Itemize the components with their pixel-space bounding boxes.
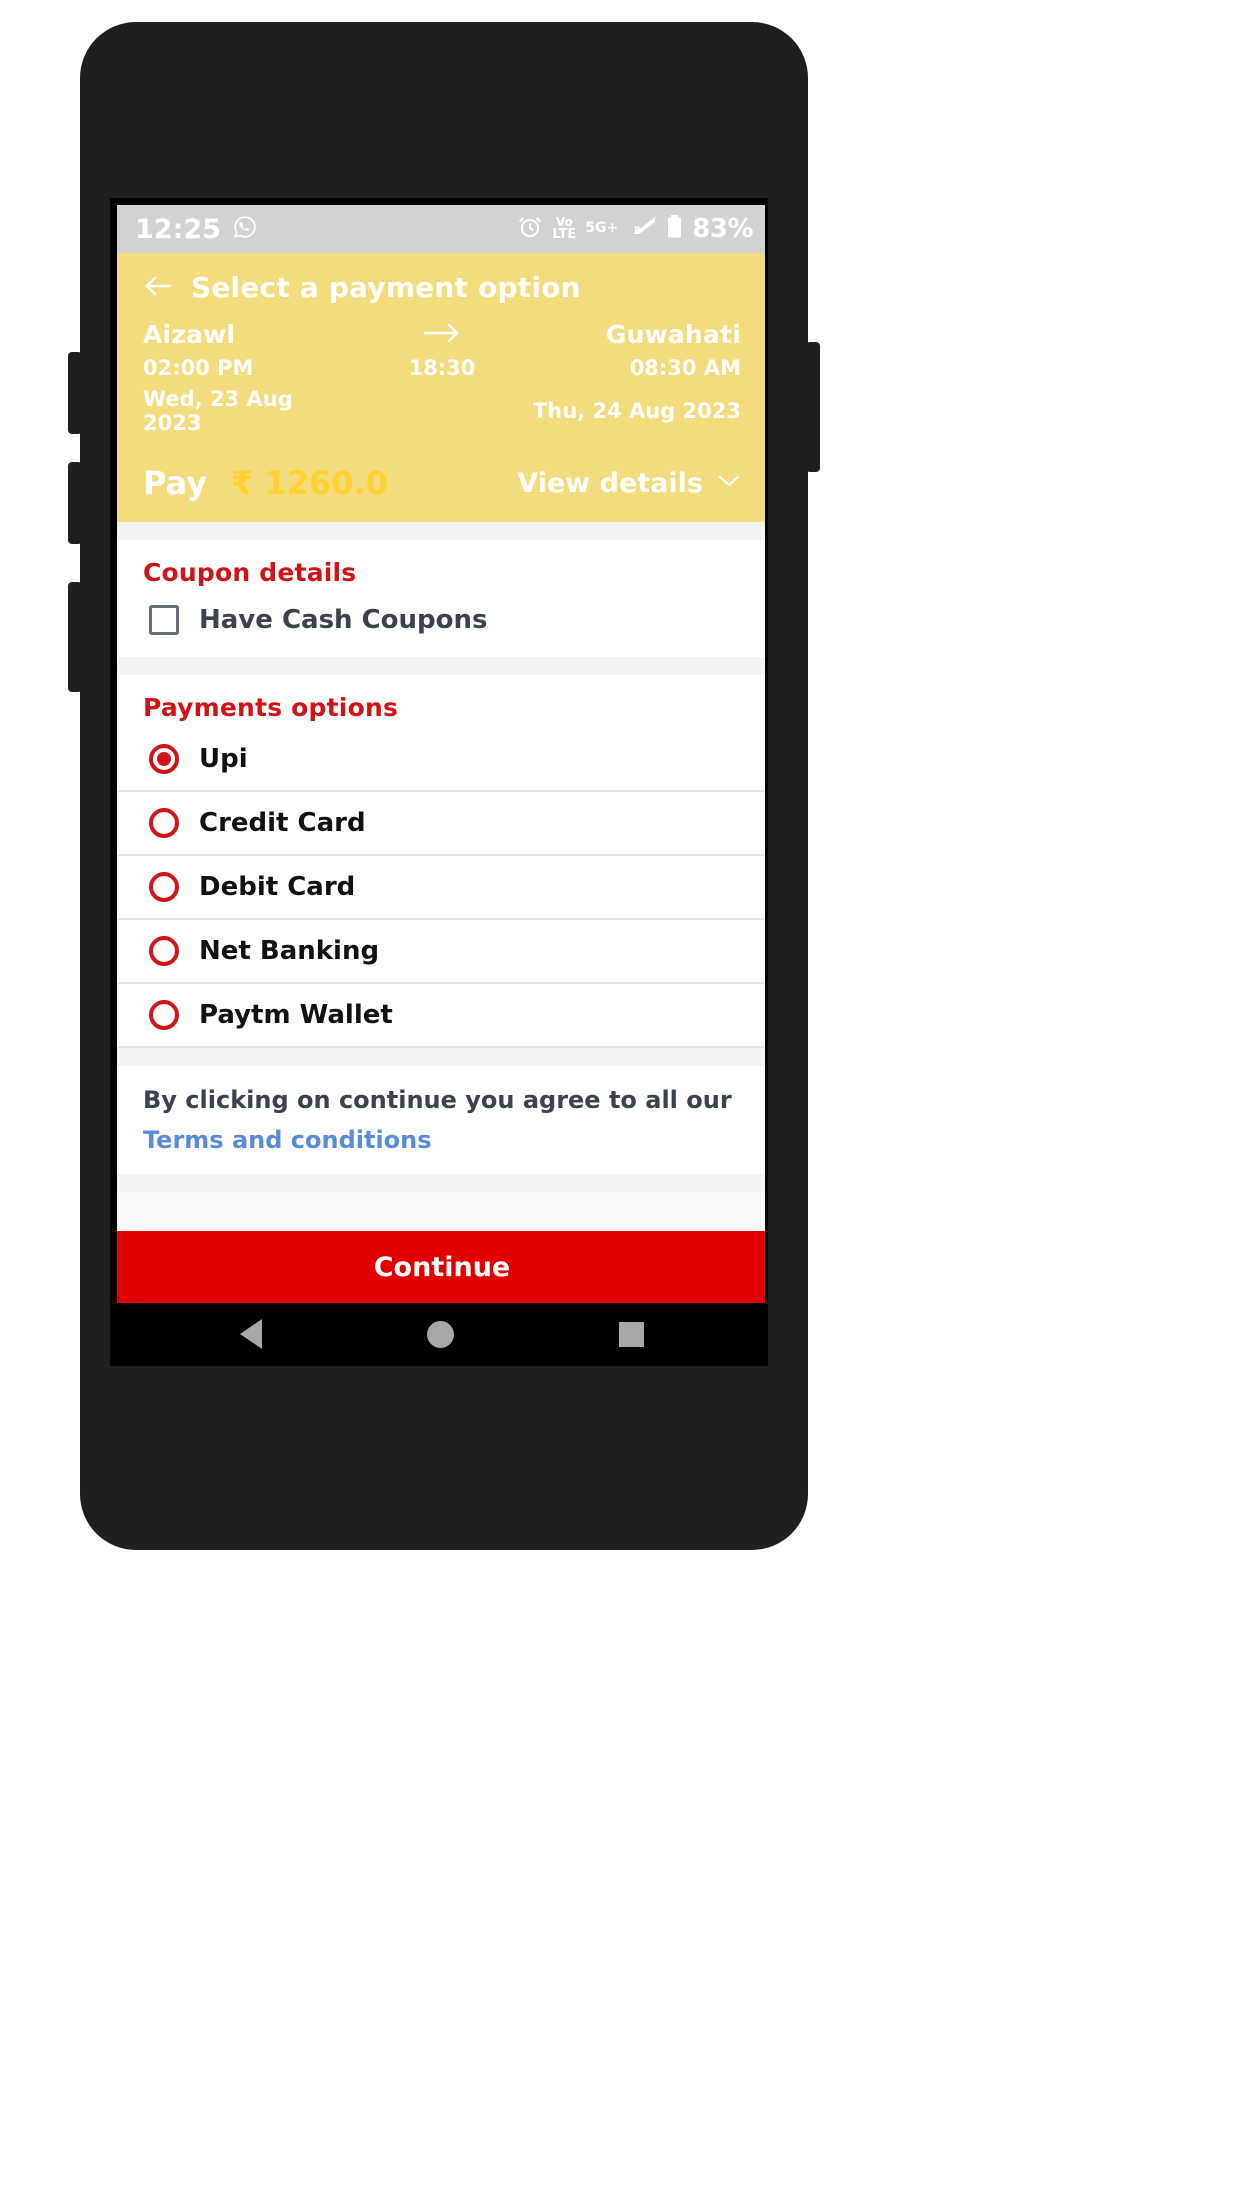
destination-city: Guwahati xyxy=(605,320,741,349)
volume-up-button[interactable] xyxy=(68,352,82,434)
radio-debit-card[interactable] xyxy=(149,872,179,902)
route-arrow-icon xyxy=(357,322,527,348)
journey-city-row: Aizawl Guwahati xyxy=(143,320,741,349)
terms-agreement-text: By clicking on continue you agree to all… xyxy=(143,1086,732,1114)
have-cash-coupons-row[interactable]: Have Cash Coupons xyxy=(117,593,765,657)
payment-option-paytm-wallet[interactable]: Paytm Wallet xyxy=(117,984,765,1048)
assistant-button[interactable] xyxy=(68,582,82,692)
battery-percent-label: 83% xyxy=(692,214,753,244)
header-title-row: Select a payment option xyxy=(117,253,765,314)
terms-card: By clicking on continue you agree to all… xyxy=(117,1066,765,1174)
journey-summary: Aizawl Guwahati 02:00 PM 18:30 08:30 AM xyxy=(117,314,765,435)
radio-net-banking[interactable] xyxy=(149,936,179,966)
payment-option-label: Upi xyxy=(199,744,248,774)
nav-recents-square-icon[interactable] xyxy=(619,1321,645,1347)
screenshot-root: 12:25 Vo LTE 5G+ R 83% Select a payment … xyxy=(0,0,1242,2208)
status-bar: 12:25 Vo LTE 5G+ R 83% xyxy=(117,205,765,253)
pay-label: Pay xyxy=(143,464,208,502)
phone-screen: 12:25 Vo LTE 5G+ R 83% Select a payment … xyxy=(110,198,768,1366)
payment-option-credit-card[interactable]: Credit Card xyxy=(117,792,765,856)
app-viewport: 12:25 Vo LTE 5G+ R 83% Select a payment … xyxy=(117,205,765,1363)
volume-down-button[interactable] xyxy=(68,462,82,544)
journey-date-row: Wed, 23 Aug 2023 Thu, 24 Aug 2023 xyxy=(143,387,741,435)
payment-option-label: Paytm Wallet xyxy=(199,1000,393,1030)
svg-text:R: R xyxy=(634,226,641,236)
pay-summary-row: Pay ₹ 1260.0 View details xyxy=(117,442,765,506)
coupon-section-title: Coupon details xyxy=(143,558,357,587)
status-bar-left: 12:25 xyxy=(135,214,257,245)
battery-icon xyxy=(666,214,683,244)
terms-and-conditions-link[interactable]: Terms and conditions xyxy=(143,1126,741,1154)
continue-button[interactable]: Continue xyxy=(117,1231,765,1303)
payment-option-label: Debit Card xyxy=(199,872,356,902)
section-divider xyxy=(117,1048,765,1066)
page-title: Select a payment option xyxy=(191,271,581,304)
app-header: Select a payment option Aizawl Guwahati xyxy=(117,253,765,522)
coupon-details-card: Coupon details Have Cash Coupons xyxy=(117,540,765,657)
have-cash-coupons-label: Have Cash Coupons xyxy=(199,605,488,635)
content-spacer xyxy=(117,1192,765,1231)
departure-date: Wed, 23 Aug 2023 xyxy=(143,387,293,435)
volte-icon: Vo LTE xyxy=(552,216,577,242)
radio-upi[interactable] xyxy=(149,744,179,774)
payment-options-card: Payments options Upi Credit Card Debit C… xyxy=(117,675,765,1048)
radio-paytm-wallet[interactable] xyxy=(149,1000,179,1030)
nav-home-circle-icon[interactable] xyxy=(426,1320,454,1348)
android-navigation-bar xyxy=(117,1303,765,1363)
power-button[interactable] xyxy=(806,342,820,472)
network-type-label: 5G+ xyxy=(585,220,619,236)
section-divider xyxy=(117,657,765,675)
departure-time: 02:00 PM xyxy=(143,356,254,380)
continue-button-label: Continue xyxy=(373,1251,511,1283)
origin-city: Aizawl xyxy=(143,320,236,349)
journey-time-row: 02:00 PM 18:30 08:30 AM xyxy=(143,356,741,380)
have-cash-coupons-checkbox[interactable] xyxy=(149,605,179,635)
section-divider xyxy=(117,1174,765,1192)
journey-duration: 18:30 xyxy=(408,356,476,380)
status-bar-right: Vo LTE 5G+ R 83% xyxy=(517,214,753,244)
view-details-button[interactable]: View details xyxy=(517,468,741,499)
radio-credit-card[interactable] xyxy=(149,808,179,838)
signal-strength-icon: R xyxy=(627,214,657,244)
arrival-time: 08:30 AM xyxy=(629,356,741,380)
payment-option-label: Credit Card xyxy=(199,808,366,838)
arrival-date: Thu, 24 Aug 2023 xyxy=(532,399,741,423)
chevron-down-icon xyxy=(717,473,741,493)
pay-amount-value: ₹ 1260.0 xyxy=(231,464,388,502)
nav-back-triangle-icon[interactable] xyxy=(239,1319,262,1349)
view-details-label: View details xyxy=(517,467,703,499)
network-type-indicator: 5G+ xyxy=(585,220,619,236)
payments-section-title: Payments options xyxy=(143,693,399,722)
page-content: Coupon details Have Cash Coupons Payment… xyxy=(117,522,765,1363)
volte-lte-label: LTE xyxy=(552,226,577,242)
whatsapp-icon xyxy=(233,215,257,243)
back-arrow-icon[interactable] xyxy=(143,274,173,302)
payment-option-upi[interactable]: Upi xyxy=(117,728,765,792)
status-bar-clock: 12:25 xyxy=(135,213,221,245)
payment-option-net-banking[interactable]: Net Banking xyxy=(117,920,765,984)
payment-option-label: Net Banking xyxy=(199,936,380,966)
payment-option-debit-card[interactable]: Debit Card xyxy=(117,856,765,920)
pay-amount-group: Pay ₹ 1260.0 xyxy=(143,464,388,502)
alarm-clock-icon xyxy=(517,214,543,244)
section-divider xyxy=(117,522,765,540)
